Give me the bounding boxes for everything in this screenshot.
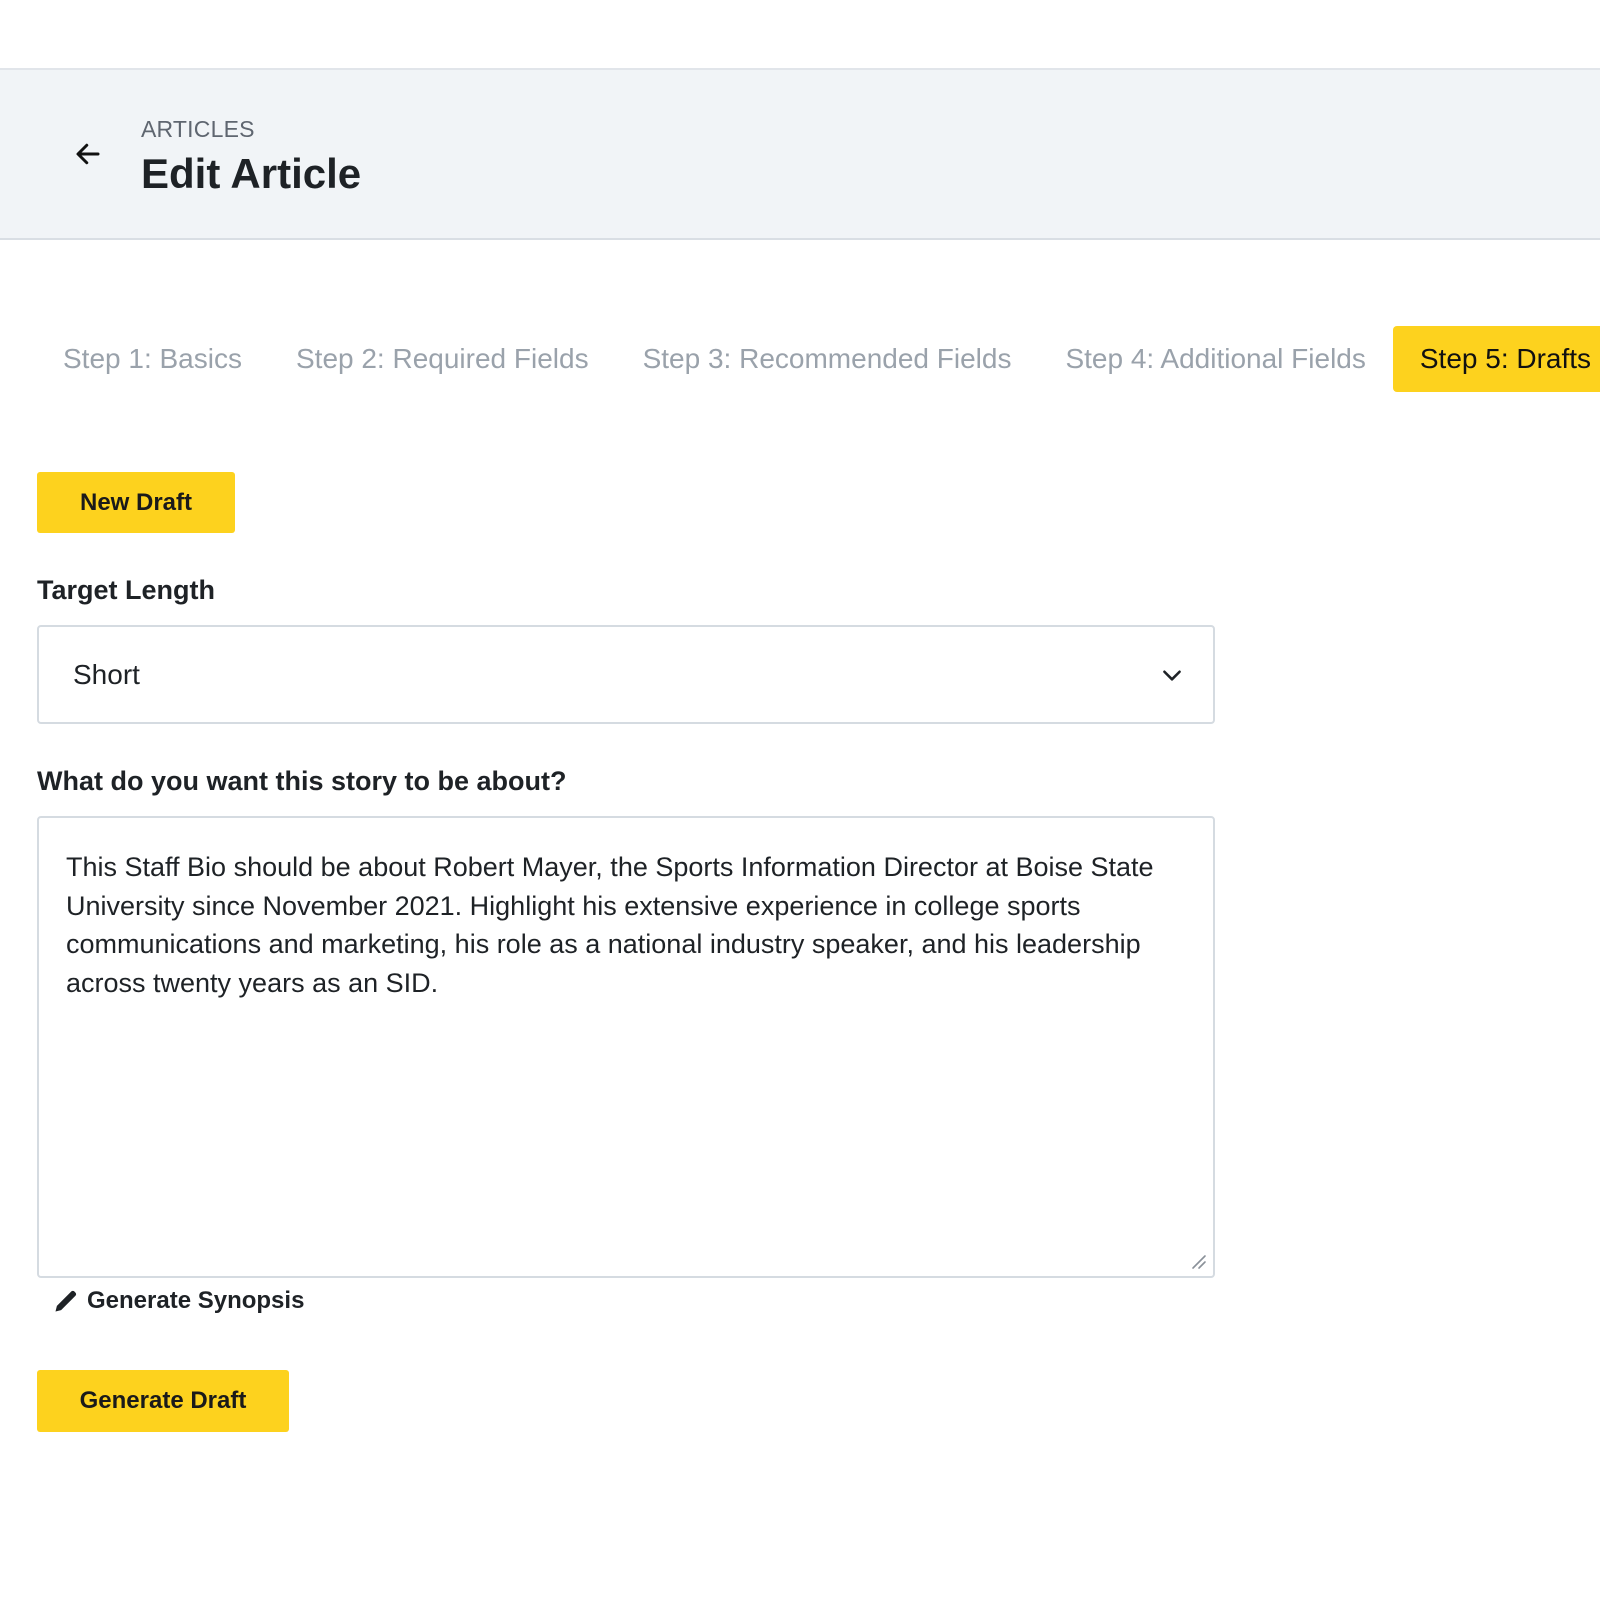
generate-draft-button[interactable]: Generate Draft [37,1370,289,1432]
top-bar [0,0,1600,70]
tab-step-3-recommended-fields[interactable]: Step 3: Recommended Fields [616,326,1039,392]
new-draft-button[interactable]: New Draft [37,472,235,533]
chevron-down-icon [1163,670,1181,681]
target-length-label: Target Length [37,575,215,605]
pencil-icon [55,1290,77,1312]
story-about-label: What do you want this story to be about? [37,766,567,796]
tab-step-5-drafts[interactable]: Step 5: Drafts [1392,326,1600,392]
target-length-select[interactable]: Short [37,625,1215,724]
back-button[interactable] [68,134,108,174]
arrow-left-icon [76,143,100,165]
story-about-text: This Staff Bio should be about Robert Ma… [66,852,1154,998]
page-title: Edit Article [141,150,362,197]
breadcrumb[interactable]: ARTICLES [141,116,255,143]
target-length-value: Short [73,659,140,690]
step-tabs: Step 1: Basics Step 2: Required Fields S… [36,326,1600,392]
story-about-textarea[interactable]: This Staff Bio should be about Robert Ma… [37,816,1215,1278]
tab-step-2-required-fields[interactable]: Step 2: Required Fields [269,326,616,392]
generate-synopsis-link[interactable]: Generate Synopsis [52,1287,304,1315]
tab-step-4-additional-fields[interactable]: Step 4: Additional Fields [1038,326,1392,392]
resize-handle-icon[interactable] [1189,1252,1207,1270]
tab-step-1-basics[interactable]: Step 1: Basics [36,326,269,392]
generate-synopsis-label: Generate Synopsis [87,1287,305,1314]
